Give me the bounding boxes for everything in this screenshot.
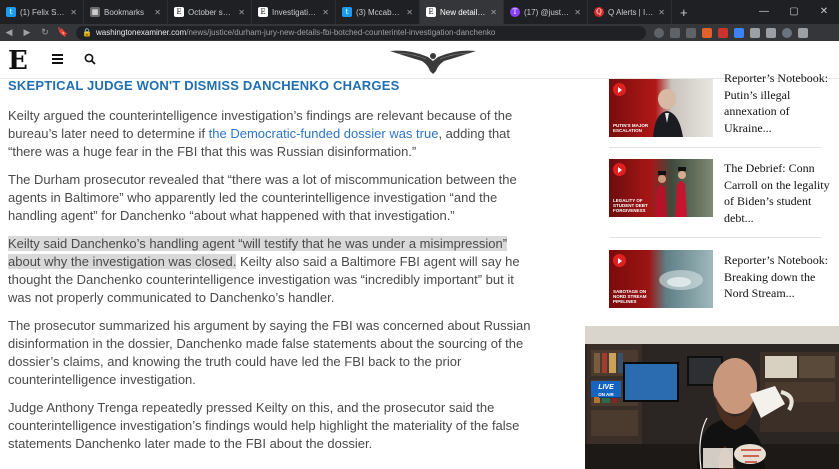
play-icon [613,163,626,176]
browser-tab[interactable]: T(17) @justhuman's✕ [504,0,588,24]
browser-tab[interactable]: t(3) Mccabe's Porsch✕ [336,0,420,24]
video-title[interactable]: Reporter’s Notebook: Breaking down the N… [724,252,836,302]
article-paragraph: The prosecutor summarized his argument b… [8,318,531,387]
washington-examiner-icon: E [174,7,184,17]
article-paragraph: Judge Anthony Trenga repeatedly pressed … [8,400,520,451]
zoom-icon[interactable] [654,27,664,38]
q-icon: Q [594,7,604,17]
washington-examiner-icon: E [258,7,268,17]
on-air-sign-text: ON AIR [598,392,614,397]
dossier-link[interactable]: the Democratic-funded dossier was true [209,126,439,141]
webcam-scene: LIVE ON AIR [585,326,839,469]
puzzle-icon[interactable] [750,27,760,38]
profile-icon[interactable] [782,27,792,38]
bookmarks-icon: ▦ [90,7,100,17]
video-thumbnail[interactable]: PUTIN'S MAJOR ESCALATION [609,79,713,137]
close-tab-icon[interactable]: ✕ [574,8,581,17]
extension-icons [654,27,808,38]
browser-tab[interactable]: EOctober surprise? F✕ [168,0,252,24]
lock-icon: 🔒 [82,28,92,37]
browser-tab[interactable]: EInvestigation into FB✕ [252,0,336,24]
sidebar-icon[interactable] [766,27,776,38]
bookmark-icon[interactable]: 🔖 [54,27,72,38]
article-paragraph: Keilty argued the counterintelligence in… [8,108,513,159]
back-icon[interactable]: ◀ [0,27,18,38]
twitter-icon: t [6,7,16,17]
close-tab-icon[interactable]: ✕ [70,8,77,17]
menu-icon[interactable] [52,54,63,64]
url-path: /news/justice/durham-jury-new-details-fb… [186,28,496,37]
new-tab-button[interactable]: + [672,5,696,20]
browser-tab[interactable]: QQ Alerts | Intelligen✕ [588,0,672,24]
window-controls: — ▢ ✕ [749,0,839,24]
video-thumbnail[interactable]: SABOTAGE ON NORD STREAM PIPELINES [609,250,713,308]
article-body: SKEPTICAL JUDGE WON'T DISMISS DANCHENKO … [8,78,536,463]
video-title[interactable]: Reporter’s Notebook: Putin’s illegal ann… [724,70,836,136]
close-tab-icon[interactable]: ✕ [322,8,329,17]
video-thumbnail[interactable]: LEGALITY OF STUDENT DEBT FORGIVENESS [609,159,713,217]
close-tab-icon[interactable]: ✕ [154,8,161,17]
t-icon: T [510,7,520,17]
video-title[interactable]: The Debrief: Conn Carroll on the legalit… [724,160,836,226]
forward-icon[interactable]: ▶ [18,27,36,38]
url-host: washingtonexaminer.com [95,28,187,37]
browser-tab[interactable]: ▦ Bookmarks ✕ [84,0,168,24]
close-tab-icon[interactable]: ✕ [238,8,245,17]
live-sign-text: LIVE [598,384,614,391]
washington-examiner-icon: E [426,7,436,17]
reload-icon[interactable]: ↻ [36,27,54,38]
article-paragraph: The Durham prosecutor revealed that “the… [8,172,517,223]
site-logo[interactable]: E [8,47,30,75]
twitter-icon: t [342,7,352,17]
divider [609,147,821,148]
play-icon [613,83,626,96]
browser-toolbar: ◀ ▶ ↻ 🔖 🔒 washingtonexaminer.com/news/ju… [0,24,839,41]
close-window-icon[interactable]: ✕ [809,0,839,24]
play-icon [613,254,626,267]
eagle-emblem-icon [390,50,476,74]
share-icon[interactable] [670,27,680,38]
webcam-overlay: LIVE ON AIR [585,326,839,469]
extension-icon[interactable] [734,27,744,38]
maximize-icon[interactable]: ▢ [779,0,809,24]
divider [609,237,821,238]
close-tab-icon[interactable]: ✕ [406,8,413,17]
brave-shield-icon[interactable] [702,27,712,38]
address-bar[interactable]: 🔒 washingtonexaminer.com/news/justice/du… [76,25,646,40]
close-tab-icon[interactable]: ✕ [658,8,665,17]
wallet-icon[interactable] [798,27,808,38]
browser-tab-active[interactable]: ENew details on Du✕ [420,0,504,24]
star-icon[interactable] [686,27,696,38]
section-heading: SKEPTICAL JUDGE WON'T DISMISS DANCHENKO … [8,78,400,93]
alert-icon[interactable] [718,27,728,38]
article-paragraph: Keilty said Danchenko’s handling agent “… [8,236,520,305]
browser-tab[interactable]: t(1) Felix Sater on Tw✕ [0,0,84,24]
close-tab-icon[interactable]: ✕ [490,8,497,17]
search-icon[interactable] [84,53,96,65]
minimize-icon[interactable]: — [749,0,779,24]
browser-tab-strip: t(1) Felix Sater on Tw✕ ▦Bookmarks✕ EOct… [0,0,839,24]
site-header: E [0,41,839,79]
